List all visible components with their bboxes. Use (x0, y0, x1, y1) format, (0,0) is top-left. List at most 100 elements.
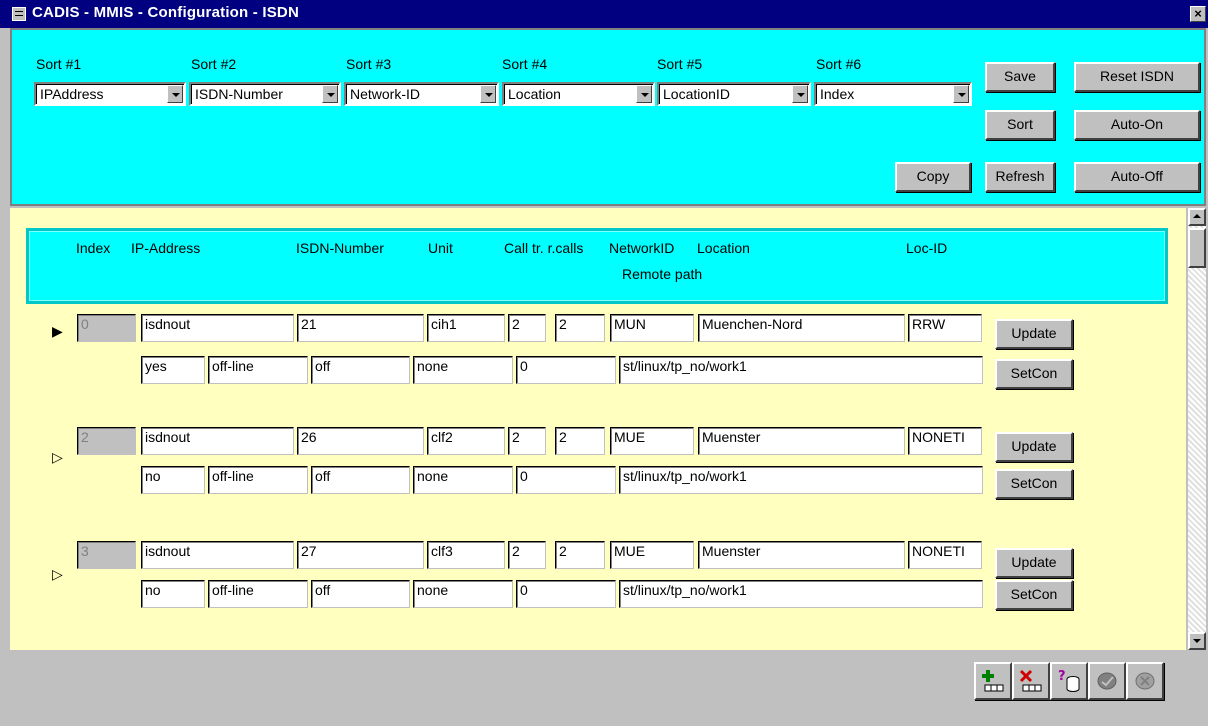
network-id-field[interactable]: MUN (610, 314, 694, 342)
sort-1-select[interactable]: IPAddress (34, 82, 186, 106)
call-tr-field[interactable]: 2 (508, 314, 546, 342)
ip-address-field[interactable]: isdnout (141, 541, 294, 569)
chevron-down-icon[interactable] (636, 85, 652, 103)
r-calls-field[interactable]: 2 (555, 314, 605, 342)
setcon-button[interactable]: SetCon (995, 469, 1073, 499)
location-field[interactable]: Muenchen-Nord (698, 314, 905, 342)
chevron-down-icon[interactable] (480, 85, 496, 103)
sort-3-select[interactable]: Network-ID (344, 82, 499, 106)
col-remote-path: Remote path (622, 266, 703, 282)
chevron-down-icon[interactable] (167, 85, 183, 103)
save-button[interactable]: Save (985, 62, 1055, 92)
unit-field[interactable]: cih1 (427, 314, 505, 342)
sort-4-value: Location (508, 86, 561, 102)
chevron-down-icon[interactable] (792, 85, 808, 103)
reset-isdn-button[interactable]: Reset ISDN (1074, 62, 1200, 92)
sort-1-label: Sort #1 (36, 56, 82, 72)
option-field[interactable]: none (413, 466, 513, 494)
update-button[interactable]: Update (995, 319, 1073, 349)
mode-field[interactable]: off (311, 580, 410, 608)
setcon-button[interactable]: SetCon (995, 359, 1073, 389)
loc-id-field[interactable]: NONETI (908, 427, 982, 455)
remote-path-field[interactable]: st/linux/tp_no/work1 (619, 356, 983, 384)
remote-path-field[interactable]: st/linux/tp_no/work1 (619, 580, 983, 608)
scroll-down-icon[interactable] (1188, 632, 1206, 650)
mode-field[interactable]: off (311, 356, 410, 384)
copy-button[interactable]: Copy (895, 162, 971, 192)
col-index: Index (76, 240, 111, 256)
sort-button[interactable]: Sort (985, 110, 1055, 140)
sort-4-label: Sort #4 (502, 56, 548, 72)
mode-field[interactable]: off (311, 466, 410, 494)
index-field: 3 (77, 541, 136, 569)
ip-address-field[interactable]: isdnout (141, 427, 294, 455)
status-field[interactable]: off-line (208, 356, 308, 384)
record-indicator: ▷ (52, 449, 63, 465)
network-id-field[interactable]: MUE (610, 427, 694, 455)
sort-2-select[interactable]: ISDN-Number (189, 82, 341, 106)
update-button[interactable]: Update (995, 548, 1073, 578)
sort-3-value: Network-ID (350, 86, 421, 102)
unit-field[interactable]: clf3 (427, 541, 505, 569)
add-record-icon[interactable] (974, 662, 1012, 700)
chevron-down-icon[interactable] (322, 85, 338, 103)
svg-text:?: ? (1058, 669, 1066, 684)
location-field[interactable]: Muenster (698, 427, 905, 455)
isdn-number-field[interactable]: 27 (297, 541, 424, 569)
r-calls-field[interactable]: 2 (555, 541, 605, 569)
count-field[interactable]: 0 (516, 580, 616, 608)
current-record-indicator: ▶ (52, 323, 63, 339)
index-field: 0 (77, 314, 136, 342)
window-title: CADIS - MMIS - Configuration - ISDN (32, 4, 299, 21)
location-field[interactable]: Muenster (698, 541, 905, 569)
chevron-down-icon[interactable] (953, 85, 969, 103)
window-menu-icon[interactable] (12, 7, 26, 21)
col-call-tr-rcalls: Call tr. r.calls (504, 240, 584, 256)
auto-off-button[interactable]: Auto-Off (1074, 162, 1200, 192)
cancel-icon (1126, 662, 1164, 700)
auto-on-button[interactable]: Auto-On (1074, 110, 1200, 140)
option-field[interactable]: none (413, 580, 513, 608)
loc-id-field[interactable]: RRW (908, 314, 982, 342)
post-icon (1088, 662, 1126, 700)
update-button[interactable]: Update (995, 432, 1073, 462)
flag-field[interactable]: no (141, 466, 205, 494)
record-navigator: ? (974, 662, 1164, 700)
isdn-number-field[interactable]: 26 (297, 427, 424, 455)
refresh-button[interactable]: Refresh (985, 162, 1055, 192)
setcon-button[interactable]: SetCon (995, 580, 1073, 610)
sort-5-select[interactable]: LocationID (657, 82, 811, 106)
sort-5-value: LocationID (663, 86, 730, 102)
sort-6-value: Index (820, 86, 855, 102)
network-id-field[interactable]: MUE (610, 541, 694, 569)
vertical-scrollbar[interactable] (1188, 208, 1206, 650)
call-tr-field[interactable]: 2 (508, 541, 546, 569)
sort-6-select[interactable]: Index (814, 82, 972, 106)
unit-field[interactable]: clf2 (427, 427, 505, 455)
status-field[interactable]: off-line (208, 580, 308, 608)
count-field[interactable]: 0 (516, 466, 616, 494)
remote-path-field[interactable]: st/linux/tp_no/work1 (619, 466, 983, 494)
query-database-icon[interactable]: ? (1050, 662, 1088, 700)
sort-1-value: IPAddress (40, 86, 104, 102)
flag-field[interactable]: yes (141, 356, 205, 384)
sort-4-select[interactable]: Location (502, 82, 655, 106)
isdn-number-field[interactable]: 21 (297, 314, 424, 342)
count-field[interactable]: 0 (516, 356, 616, 384)
call-tr-field[interactable]: 2 (508, 427, 546, 455)
scroll-up-icon[interactable] (1188, 208, 1206, 226)
col-location: Location (697, 240, 750, 256)
status-field[interactable]: off-line (208, 466, 308, 494)
delete-record-icon[interactable] (1012, 662, 1050, 700)
record-indicator: ▷ (52, 566, 63, 582)
close-button[interactable]: × (1190, 6, 1206, 22)
flag-field[interactable]: no (141, 580, 205, 608)
scroll-thumb[interactable] (1188, 228, 1206, 268)
col-ip-address: IP-Address (131, 240, 201, 256)
option-field[interactable]: none (413, 356, 513, 384)
ip-address-field[interactable]: isdnout (141, 314, 294, 342)
sort-2-value: ISDN-Number (195, 86, 283, 102)
r-calls-field[interactable]: 2 (555, 427, 605, 455)
title-bar: CADIS - MMIS - Configuration - ISDN × (0, 0, 1208, 28)
loc-id-field[interactable]: NONETI (908, 541, 982, 569)
